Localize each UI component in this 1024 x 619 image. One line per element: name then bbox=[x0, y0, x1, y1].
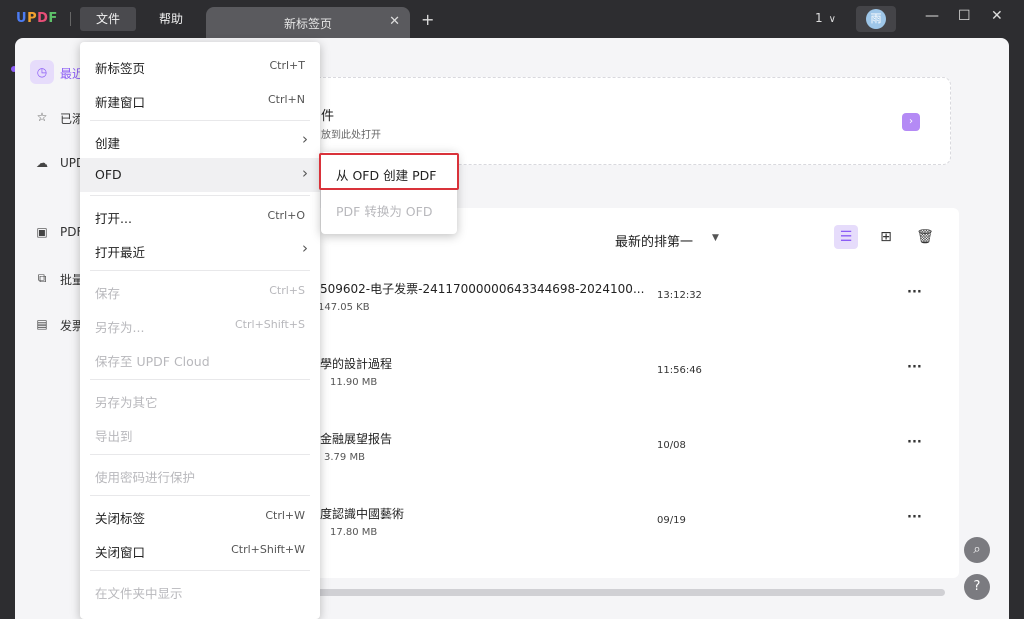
menu-divider bbox=[90, 454, 310, 455]
menu-item-save-as[interactable]: 另存为... Ctrl+Shift+S bbox=[80, 308, 320, 342]
menu-file[interactable]: 文件 bbox=[80, 7, 136, 31]
file-time: 11:56:46 bbox=[657, 365, 702, 376]
batch-icon: ⧉ bbox=[37, 271, 47, 285]
close-icon[interactable]: ✕ bbox=[389, 14, 400, 29]
menu-item-password-protect[interactable]: 使用密码进行保护 bbox=[80, 458, 320, 492]
caret-down-icon[interactable]: ▼ bbox=[712, 233, 719, 243]
menu-divider bbox=[90, 120, 310, 121]
clock-icon: ◷ bbox=[30, 60, 54, 84]
titlebar-divider bbox=[70, 12, 71, 26]
table-row[interactable]: 金融展望报告 3.79 MB 10/08 ··· bbox=[300, 430, 959, 490]
search-icon[interactable]: ⌕ bbox=[964, 537, 990, 563]
tab-new-tab[interactable]: 新标签页 ✕ bbox=[206, 7, 410, 38]
chevron-right-icon: › bbox=[302, 130, 308, 148]
file-time: 09/19 bbox=[657, 515, 686, 526]
menu-divider bbox=[90, 195, 310, 196]
file-size: 11.90 MB bbox=[330, 377, 378, 388]
more-icon[interactable]: ··· bbox=[907, 285, 922, 300]
title-bar: UPDF 文件 帮助 新标签页 ✕ + 1 ∨ 雨 — ☐ ✕ bbox=[0, 0, 1024, 38]
file-name: 度認識中國藝術 bbox=[320, 507, 405, 521]
menu-item-pdf-to-ofd[interactable]: PDF 转换为 OFD bbox=[321, 192, 457, 226]
horizontal-scrollbar[interactable] bbox=[300, 589, 945, 596]
menu-item-save-as-other[interactable]: 另存为其它 bbox=[80, 383, 320, 417]
list-view-icon[interactable]: ☰ bbox=[834, 225, 858, 249]
window-close-icon[interactable]: ✕ bbox=[991, 8, 1003, 24]
file-size: 17.80 MB bbox=[330, 527, 378, 538]
file-time: 10/08 bbox=[657, 440, 686, 451]
file-size: 147.05 KB bbox=[318, 302, 370, 313]
menu-item-save-to-cloud[interactable]: 保存至 UPDF Cloud bbox=[80, 342, 320, 376]
menu-item-show-in-folder[interactable]: 在文件夹中显示 bbox=[80, 574, 320, 608]
toolbox-icon: ▣ bbox=[36, 225, 48, 239]
chevron-right-icon: › bbox=[302, 164, 308, 182]
help-icon[interactable]: ? bbox=[964, 574, 990, 600]
recent-files-list: 最新的排第一 ▼ ☰ ⊞ 🗑 509602-电子发票-2411700000064… bbox=[300, 208, 959, 578]
menu-item-create[interactable]: 创建 › bbox=[80, 124, 320, 158]
more-icon[interactable]: ··· bbox=[907, 435, 922, 450]
menu-help[interactable]: 帮助 bbox=[148, 7, 194, 31]
menu-divider bbox=[90, 379, 310, 380]
window-count: 1 bbox=[815, 11, 823, 25]
minimize-icon[interactable]: — bbox=[925, 8, 939, 24]
sort-dropdown[interactable]: 最新的排第一 bbox=[615, 231, 693, 250]
open-file-title: 件 bbox=[321, 109, 335, 124]
more-icon[interactable]: ··· bbox=[907, 360, 922, 375]
menu-item-export[interactable]: 导出到 bbox=[80, 417, 320, 451]
add-tab-icon[interactable]: + bbox=[421, 10, 434, 29]
tab-label: 新标签页 bbox=[283, 17, 332, 31]
account-button[interactable]: 雨 bbox=[856, 6, 896, 32]
menu-item-ofd[interactable]: OFD › bbox=[80, 158, 320, 192]
menu-item-open[interactable]: 打开... Ctrl+O bbox=[80, 199, 320, 233]
trash-icon[interactable]: 🗑 bbox=[913, 225, 937, 249]
updf-logo: UPDF bbox=[16, 11, 58, 26]
menu-divider bbox=[90, 270, 310, 271]
menu-item-save[interactable]: 保存 Ctrl+S bbox=[80, 274, 320, 308]
chevron-right-icon: › bbox=[302, 239, 308, 257]
chevron-right-icon[interactable]: › bbox=[902, 113, 920, 131]
open-file-subtitle: 放到此处打开 bbox=[321, 130, 381, 141]
file-name: 509602-电子发票-24117000000643344698-2024100… bbox=[320, 282, 645, 296]
menu-divider bbox=[90, 495, 310, 496]
window-count-dropdown[interactable]: 1 ∨ bbox=[815, 11, 836, 25]
file-name: 學的設計過程 bbox=[320, 357, 393, 371]
menu-divider bbox=[90, 570, 310, 571]
file-name: 金融展望报告 bbox=[320, 432, 393, 446]
table-row[interactable]: 學的設計過程 11.90 MB 11:56:46 ··· bbox=[300, 355, 959, 415]
file-time: 13:12:32 bbox=[657, 290, 702, 301]
file-size: 3.79 MB bbox=[324, 452, 365, 463]
highlight-box bbox=[319, 153, 459, 190]
maximize-icon[interactable]: ☐ bbox=[958, 8, 971, 24]
invoice-icon: ▤ bbox=[36, 317, 48, 331]
avatar: 雨 bbox=[866, 9, 886, 29]
menu-item-close-tab[interactable]: 关闭标签 Ctrl+W bbox=[80, 499, 320, 533]
file-menu-dropdown: 新标签页 Ctrl+T 新建窗口 Ctrl+N 创建 › OFD › 打开...… bbox=[80, 42, 320, 619]
menu-item-new-tab[interactable]: 新标签页 Ctrl+T bbox=[80, 49, 320, 83]
menu-item-new-window[interactable]: 新建窗口 Ctrl+N bbox=[80, 83, 320, 117]
menu-item-open-recent[interactable]: 打开最近 › bbox=[80, 233, 320, 267]
cloud-icon: ☁ bbox=[36, 156, 48, 170]
grid-view-icon[interactable]: ⊞ bbox=[874, 225, 898, 249]
menu-item-close-window[interactable]: 关闭窗口 Ctrl+Shift+W bbox=[80, 533, 320, 567]
chevron-down-icon: ∨ bbox=[828, 14, 836, 25]
table-row[interactable]: 度認識中國藝術 17.80 MB 09/19 ··· bbox=[300, 505, 959, 565]
table-row[interactable]: 509602-电子发票-24117000000643344698-2024100… bbox=[300, 280, 959, 340]
more-icon[interactable]: ··· bbox=[907, 510, 922, 525]
star-icon: ☆ bbox=[36, 110, 48, 124]
